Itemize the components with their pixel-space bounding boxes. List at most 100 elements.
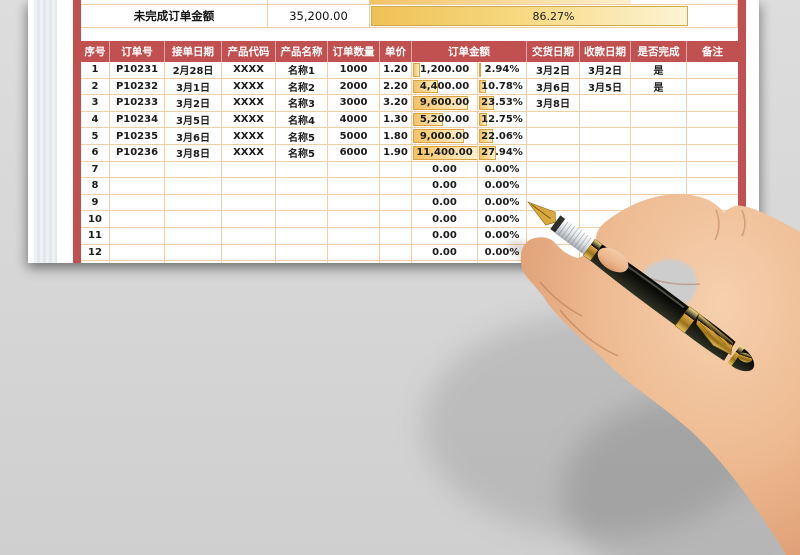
cell-payment[interactable] [580, 95, 631, 112]
cell-pct[interactable]: 0.00% [478, 211, 527, 228]
cell-amount[interactable]: 9,600.00 [412, 95, 478, 112]
cell-delivery[interactable] [527, 111, 580, 129]
cell-price[interactable] [380, 194, 412, 212]
cell-name[interactable] [276, 261, 328, 263]
cell-pct[interactable]: 12.75% [478, 111, 527, 129]
cell-note[interactable] [687, 79, 738, 96]
cell-amount[interactable]: 9,000.00 [412, 128, 478, 145]
cell-done[interactable] [631, 161, 687, 179]
cell-note[interactable] [687, 195, 738, 212]
cell-date[interactable] [165, 227, 222, 245]
cell-price[interactable] [380, 261, 412, 263]
cell-order[interactable]: P10235 [110, 128, 165, 145]
summary-label-cell[interactable]: 未完成订单金额 [81, 5, 268, 27]
cell-delivery[interactable]: 3月6日 [527, 78, 580, 96]
header-cell[interactable]: 产品代码 [222, 41, 276, 62]
cell-name[interactable]: 名称5 [276, 144, 328, 162]
cell-price[interactable]: 1.30 [380, 111, 412, 129]
cell-delivery[interactable] [527, 178, 580, 195]
cell-order[interactable]: P10231 [110, 62, 165, 79]
cell-no[interactable]: 7 [81, 161, 110, 179]
cell-date[interactable] [165, 194, 222, 212]
cell-name[interactable] [276, 178, 328, 195]
cell-pct[interactable]: 10.78% [478, 78, 527, 96]
cell-date[interactable]: 3月5日 [165, 111, 222, 129]
cell-amount[interactable]: 0.00 [412, 178, 478, 195]
cell-order[interactable] [110, 178, 165, 195]
cell-code[interactable]: XXXX [222, 62, 276, 79]
cell-price[interactable]: 1.20 [380, 62, 412, 79]
cell-date[interactable]: 3月8日 [165, 144, 222, 162]
cell-pct[interactable]: 23.53% [478, 95, 527, 112]
cell-code[interactable]: XXXX [222, 95, 276, 112]
cell-qty[interactable] [328, 178, 380, 195]
cell-qty[interactable]: 3000 [328, 95, 380, 112]
cell-order[interactable] [110, 261, 165, 263]
cell-pct[interactable]: 0.00% [478, 227, 527, 245]
cell-code[interactable]: XXXX [222, 78, 276, 96]
cell-delivery[interactable] [527, 128, 580, 145]
cell-amount[interactable]: 0.00 [412, 261, 478, 263]
cell-no[interactable]: 8 [81, 178, 110, 195]
cell-price[interactable]: 1.80 [380, 128, 412, 145]
cell-price[interactable] [380, 227, 412, 245]
header-cell[interactable]: 单价 [380, 41, 412, 62]
cell-price[interactable] [380, 211, 412, 228]
cell-qty[interactable]: 4000 [328, 111, 380, 129]
cell-order[interactable] [110, 211, 165, 228]
cell-code[interactable] [222, 244, 276, 262]
cell-name[interactable]: 名称4 [276, 111, 328, 129]
cell-payment[interactable] [580, 194, 631, 212]
cell-order[interactable] [110, 244, 165, 262]
cell-qty[interactable]: 5000 [328, 128, 380, 145]
cell-date[interactable]: 3月2日 [165, 95, 222, 112]
cell-amount[interactable]: 0.00 [412, 244, 478, 262]
cell-price[interactable] [380, 178, 412, 195]
cell-no[interactable]: 9 [81, 194, 110, 212]
cell-payment[interactable] [580, 261, 631, 263]
cell-qty[interactable]: 2000 [328, 78, 380, 96]
cell-qty[interactable] [328, 211, 380, 228]
header-cell[interactable]: 产品名称 [276, 41, 328, 62]
header-cell[interactable]: 接单日期 [165, 41, 222, 62]
cell-pct[interactable]: 22.06% [478, 128, 527, 145]
cell-name[interactable] [276, 244, 328, 262]
cell-name[interactable] [276, 211, 328, 228]
cell-done[interactable] [631, 95, 687, 112]
cell-name[interactable]: 名称1 [276, 62, 328, 79]
cell-code[interactable] [222, 261, 276, 263]
cell-payment[interactable] [580, 244, 631, 262]
cell-no[interactable]: 4 [81, 111, 110, 129]
cell-name[interactable]: 名称2 [276, 78, 328, 96]
cell-amount[interactable]: 0.00 [412, 161, 478, 179]
cell-payment[interactable] [580, 161, 631, 179]
cell-qty[interactable] [328, 194, 380, 212]
cell-note[interactable] [687, 245, 738, 262]
cell-code[interactable] [222, 194, 276, 212]
cell-note[interactable] [687, 261, 738, 263]
cell-order[interactable] [110, 227, 165, 245]
cell-done[interactable]: 是 [631, 78, 687, 96]
cell-amount[interactable]: 4,400.00 [412, 78, 478, 96]
cell-pct[interactable]: 0.00% [478, 261, 527, 263]
cell-qty[interactable]: 1000 [328, 62, 380, 79]
cell-name[interactable] [276, 227, 328, 245]
cell-pct[interactable]: 2.94% [478, 62, 527, 79]
cell-pct[interactable]: 0.00% [478, 161, 527, 179]
cell-done[interactable] [631, 211, 687, 228]
cell-no[interactable]: 13 [81, 261, 110, 263]
header-cell[interactable]: 交货日期 [527, 41, 580, 62]
cell-price[interactable]: 2.20 [380, 78, 412, 96]
header-cell[interactable]: 序号 [81, 41, 110, 62]
cell-note[interactable] [687, 145, 738, 162]
cell-amount[interactable]: 1,200.00 [412, 62, 478, 79]
cell-delivery[interactable] [527, 194, 580, 212]
cell-note[interactable] [687, 178, 738, 195]
cell-no[interactable]: 1 [81, 62, 110, 79]
cell-no[interactable]: 12 [81, 244, 110, 262]
cell-payment[interactable] [580, 128, 631, 145]
cell-payment[interactable] [580, 111, 631, 129]
cell-amount[interactable]: 0.00 [412, 194, 478, 212]
cell-pct[interactable]: 0.00% [478, 244, 527, 262]
cell-delivery[interactable]: 3月8日 [527, 95, 580, 112]
